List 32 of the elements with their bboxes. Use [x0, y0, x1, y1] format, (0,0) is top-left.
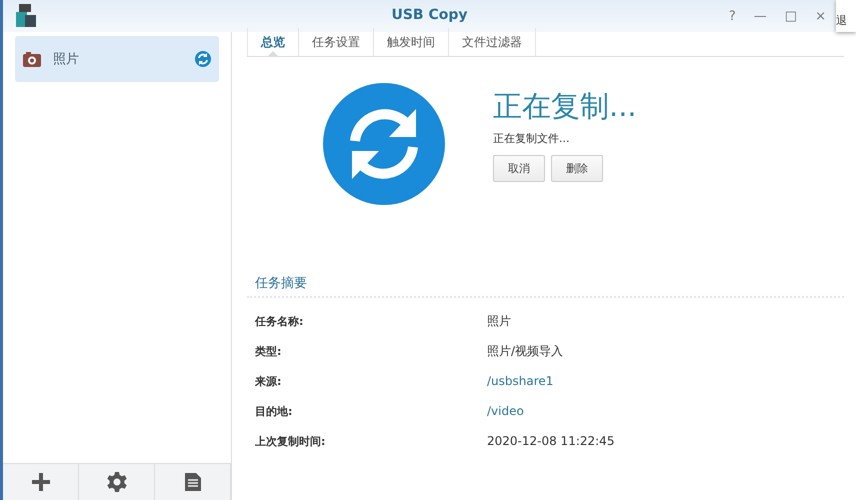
window-title: USB Copy	[391, 7, 468, 23]
tab[interactable]: 任务设置	[299, 28, 374, 56]
field-value: 照片	[487, 312, 511, 330]
sidebar-item[interactable]: 照片	[15, 36, 219, 82]
section-heading: 任务摘要	[247, 262, 844, 298]
tab[interactable]: 文件过滤器	[449, 28, 536, 56]
status-text: 正在复制文件...	[493, 131, 570, 146]
settings-icon	[106, 472, 126, 492]
path-link[interactable]: /video	[487, 404, 524, 418]
add-icon	[30, 472, 50, 492]
document-icon	[184, 472, 202, 492]
field-label: 类型:	[255, 344, 282, 358]
camera-icon	[23, 52, 41, 66]
field-value: 照片/视频导入	[487, 342, 564, 360]
path-link[interactable]: /usbshare1	[487, 374, 554, 388]
field-label: 上次复制时间:	[255, 434, 326, 448]
window-control[interactable]: —	[754, 8, 767, 24]
tab[interactable]: 触发时间	[374, 28, 449, 56]
status-title: 正在复制...	[493, 88, 637, 125]
popup-text: 退	[836, 13, 847, 28]
field-label: 任务名称:	[255, 314, 304, 328]
sync-icon	[323, 83, 445, 205]
field-label: 来源:	[255, 374, 282, 388]
window-control[interactable]: □	[784, 8, 798, 24]
action-button[interactable]: 删除	[551, 155, 603, 182]
action-button[interactable]: 取消	[493, 155, 545, 182]
app-logo	[16, 4, 36, 28]
window-control[interactable]: ?	[728, 8, 736, 24]
tab[interactable]: 总览	[247, 28, 299, 56]
field-value: 2020-12-08 11:22:45	[487, 434, 614, 448]
window-control[interactable]: ×	[815, 8, 826, 24]
field-label: 目的地:	[255, 404, 294, 418]
